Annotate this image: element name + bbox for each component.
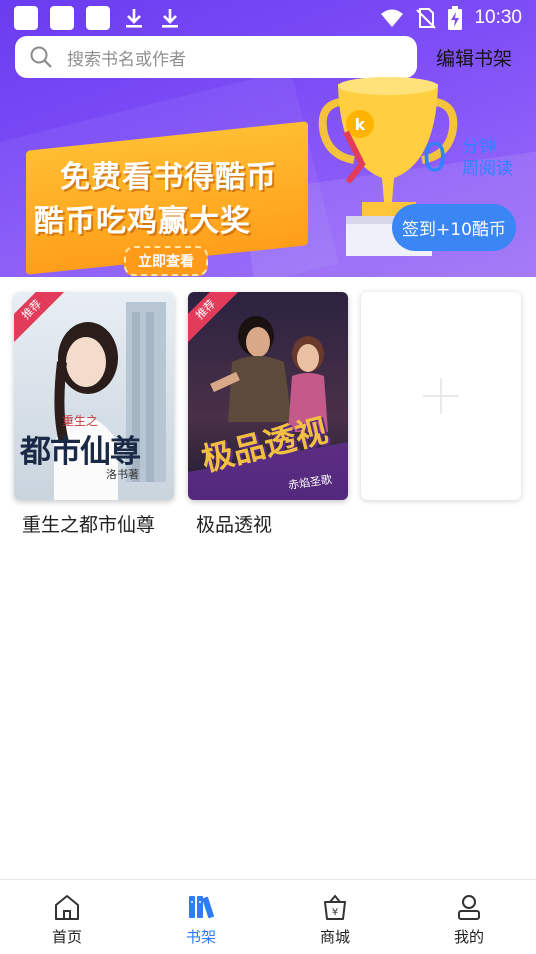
weekly-reading-label: 分钟 周阅读 [462, 136, 513, 180]
download-icon [126, 9, 142, 28]
nav-home[interactable]: 首页 [0, 880, 134, 954]
bookshelf-icon [189, 896, 214, 919]
promo-subheadline: 酷币吃鸡赢大奖 [34, 204, 251, 239]
store-icon: ¥ [324, 894, 346, 920]
promo-banner[interactable]: 免费看书得酷币 酷币吃鸡赢大奖 立即查看 [16, 121, 312, 277]
bottom-navigation: 首页 书架 ¥ 商城 我的 [0, 879, 536, 954]
status-bar: 10:30 [0, 0, 536, 36]
no-sim-icon [416, 8, 437, 29]
search-placeholder: 搜索书名或作者 [67, 49, 186, 70]
nav-home-label: 首页 [51, 928, 82, 946]
search-icon [30, 46, 52, 68]
header-banner: 10:30 搜索书名或作者 编辑书架 免费看书得酷币 酷币吃鸡赢大奖 立即查看 … [0, 0, 536, 277]
promo-headline: 免费看书得酷币 [60, 160, 277, 195]
home-icon [55, 895, 79, 920]
download-icon [162, 9, 178, 28]
nav-bookshelf[interactable]: 书架 [134, 880, 268, 954]
nav-profile[interactable]: 我的 [402, 880, 536, 954]
nav-store-label: 商城 [319, 928, 350, 946]
book-title[interactable]: 重生之都市仙尊 [22, 510, 155, 537]
reading-unit-minutes: 分钟 [462, 137, 496, 157]
notification-icon [14, 6, 38, 30]
profile-icon [458, 895, 480, 920]
svg-text:¥: ¥ [332, 907, 338, 918]
nav-profile-label: 我的 [453, 928, 484, 946]
weekly-reading-count: 0 [423, 133, 447, 180]
reading-unit-week: 周阅读 [462, 159, 513, 179]
edit-shelf-button[interactable]: 编辑书架 [436, 44, 512, 71]
status-time: 10:30 [474, 7, 522, 28]
svg-text:k: k [355, 115, 366, 134]
battery-charging-icon [448, 6, 463, 30]
nav-bookshelf-label: 书架 [185, 928, 216, 946]
book-cover[interactable]: 极品透视 赤焰圣歌 推荐 [188, 292, 348, 500]
wifi-icon [381, 9, 404, 27]
book-title[interactable]: 极品透视 [196, 510, 272, 537]
notification-icon [86, 6, 110, 30]
notification-icon [50, 6, 74, 30]
book-cover[interactable]: 重生之 都市仙尊 洛书著 推荐 [14, 292, 174, 500]
cover-title: 都市仙尊 [20, 434, 141, 470]
add-book-button[interactable] [361, 292, 521, 500]
cover-author: 洛书著 [106, 468, 139, 481]
promo-view-button[interactable]: 立即查看 [124, 246, 208, 276]
nav-store[interactable]: ¥ 商城 [268, 880, 402, 954]
checkin-button[interactable]: 签到+10酷币 [392, 204, 516, 251]
plus-icon [423, 378, 459, 414]
